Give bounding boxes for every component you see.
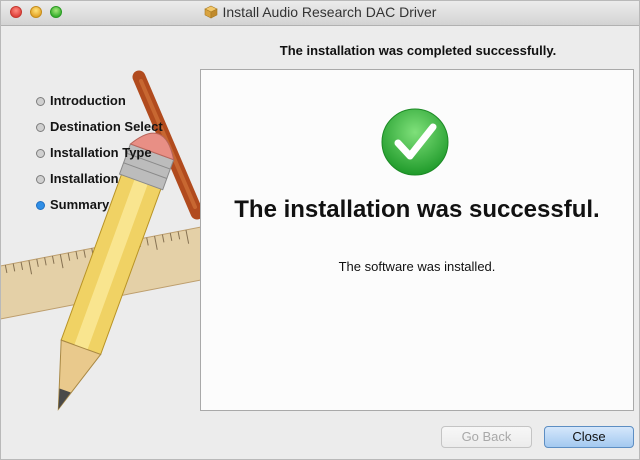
window-title-text: Install Audio Research DAC Driver — [222, 4, 437, 20]
page-subtitle: The installation was completed successfu… — [279, 43, 557, 58]
installer-steps: Introduction Destination Select Installa… — [36, 93, 163, 223]
installer-window: Install Audio Research DAC Driver The in… — [0, 0, 640, 460]
installer-artwork — [1, 70, 201, 411]
step-bullet-icon — [36, 97, 45, 106]
step-summary: Summary — [36, 197, 163, 223]
step-bullet-current-icon — [36, 201, 45, 210]
title-bar[interactable]: Install Audio Research DAC Driver — [1, 1, 639, 26]
go-back-button[interactable]: Go Back — [441, 426, 532, 448]
step-bullet-icon — [36, 175, 45, 184]
step-bullet-icon — [36, 149, 45, 158]
step-label: Installation — [50, 171, 119, 186]
checkmark-circle-icon — [381, 108, 449, 176]
step-installation-type: Installation Type — [36, 145, 163, 171]
success-headline: The installation was successful. — [234, 196, 600, 223]
step-installation: Installation — [36, 171, 163, 197]
step-bullet-icon — [36, 123, 45, 132]
content-panel: The installation was successful. The sof… — [200, 69, 634, 411]
package-icon — [203, 5, 218, 19]
close-button[interactable]: Close — [544, 426, 634, 448]
step-introduction: Introduction — [36, 93, 163, 119]
step-label: Introduction — [50, 93, 126, 108]
step-label: Summary — [50, 197, 110, 212]
window-title: Install Audio Research DAC Driver — [1, 4, 639, 20]
step-label: Destination Select — [50, 119, 163, 134]
success-detail: The software was installed. — [338, 259, 496, 274]
step-destination-select: Destination Select — [36, 119, 163, 145]
step-label: Installation Type — [50, 145, 152, 160]
